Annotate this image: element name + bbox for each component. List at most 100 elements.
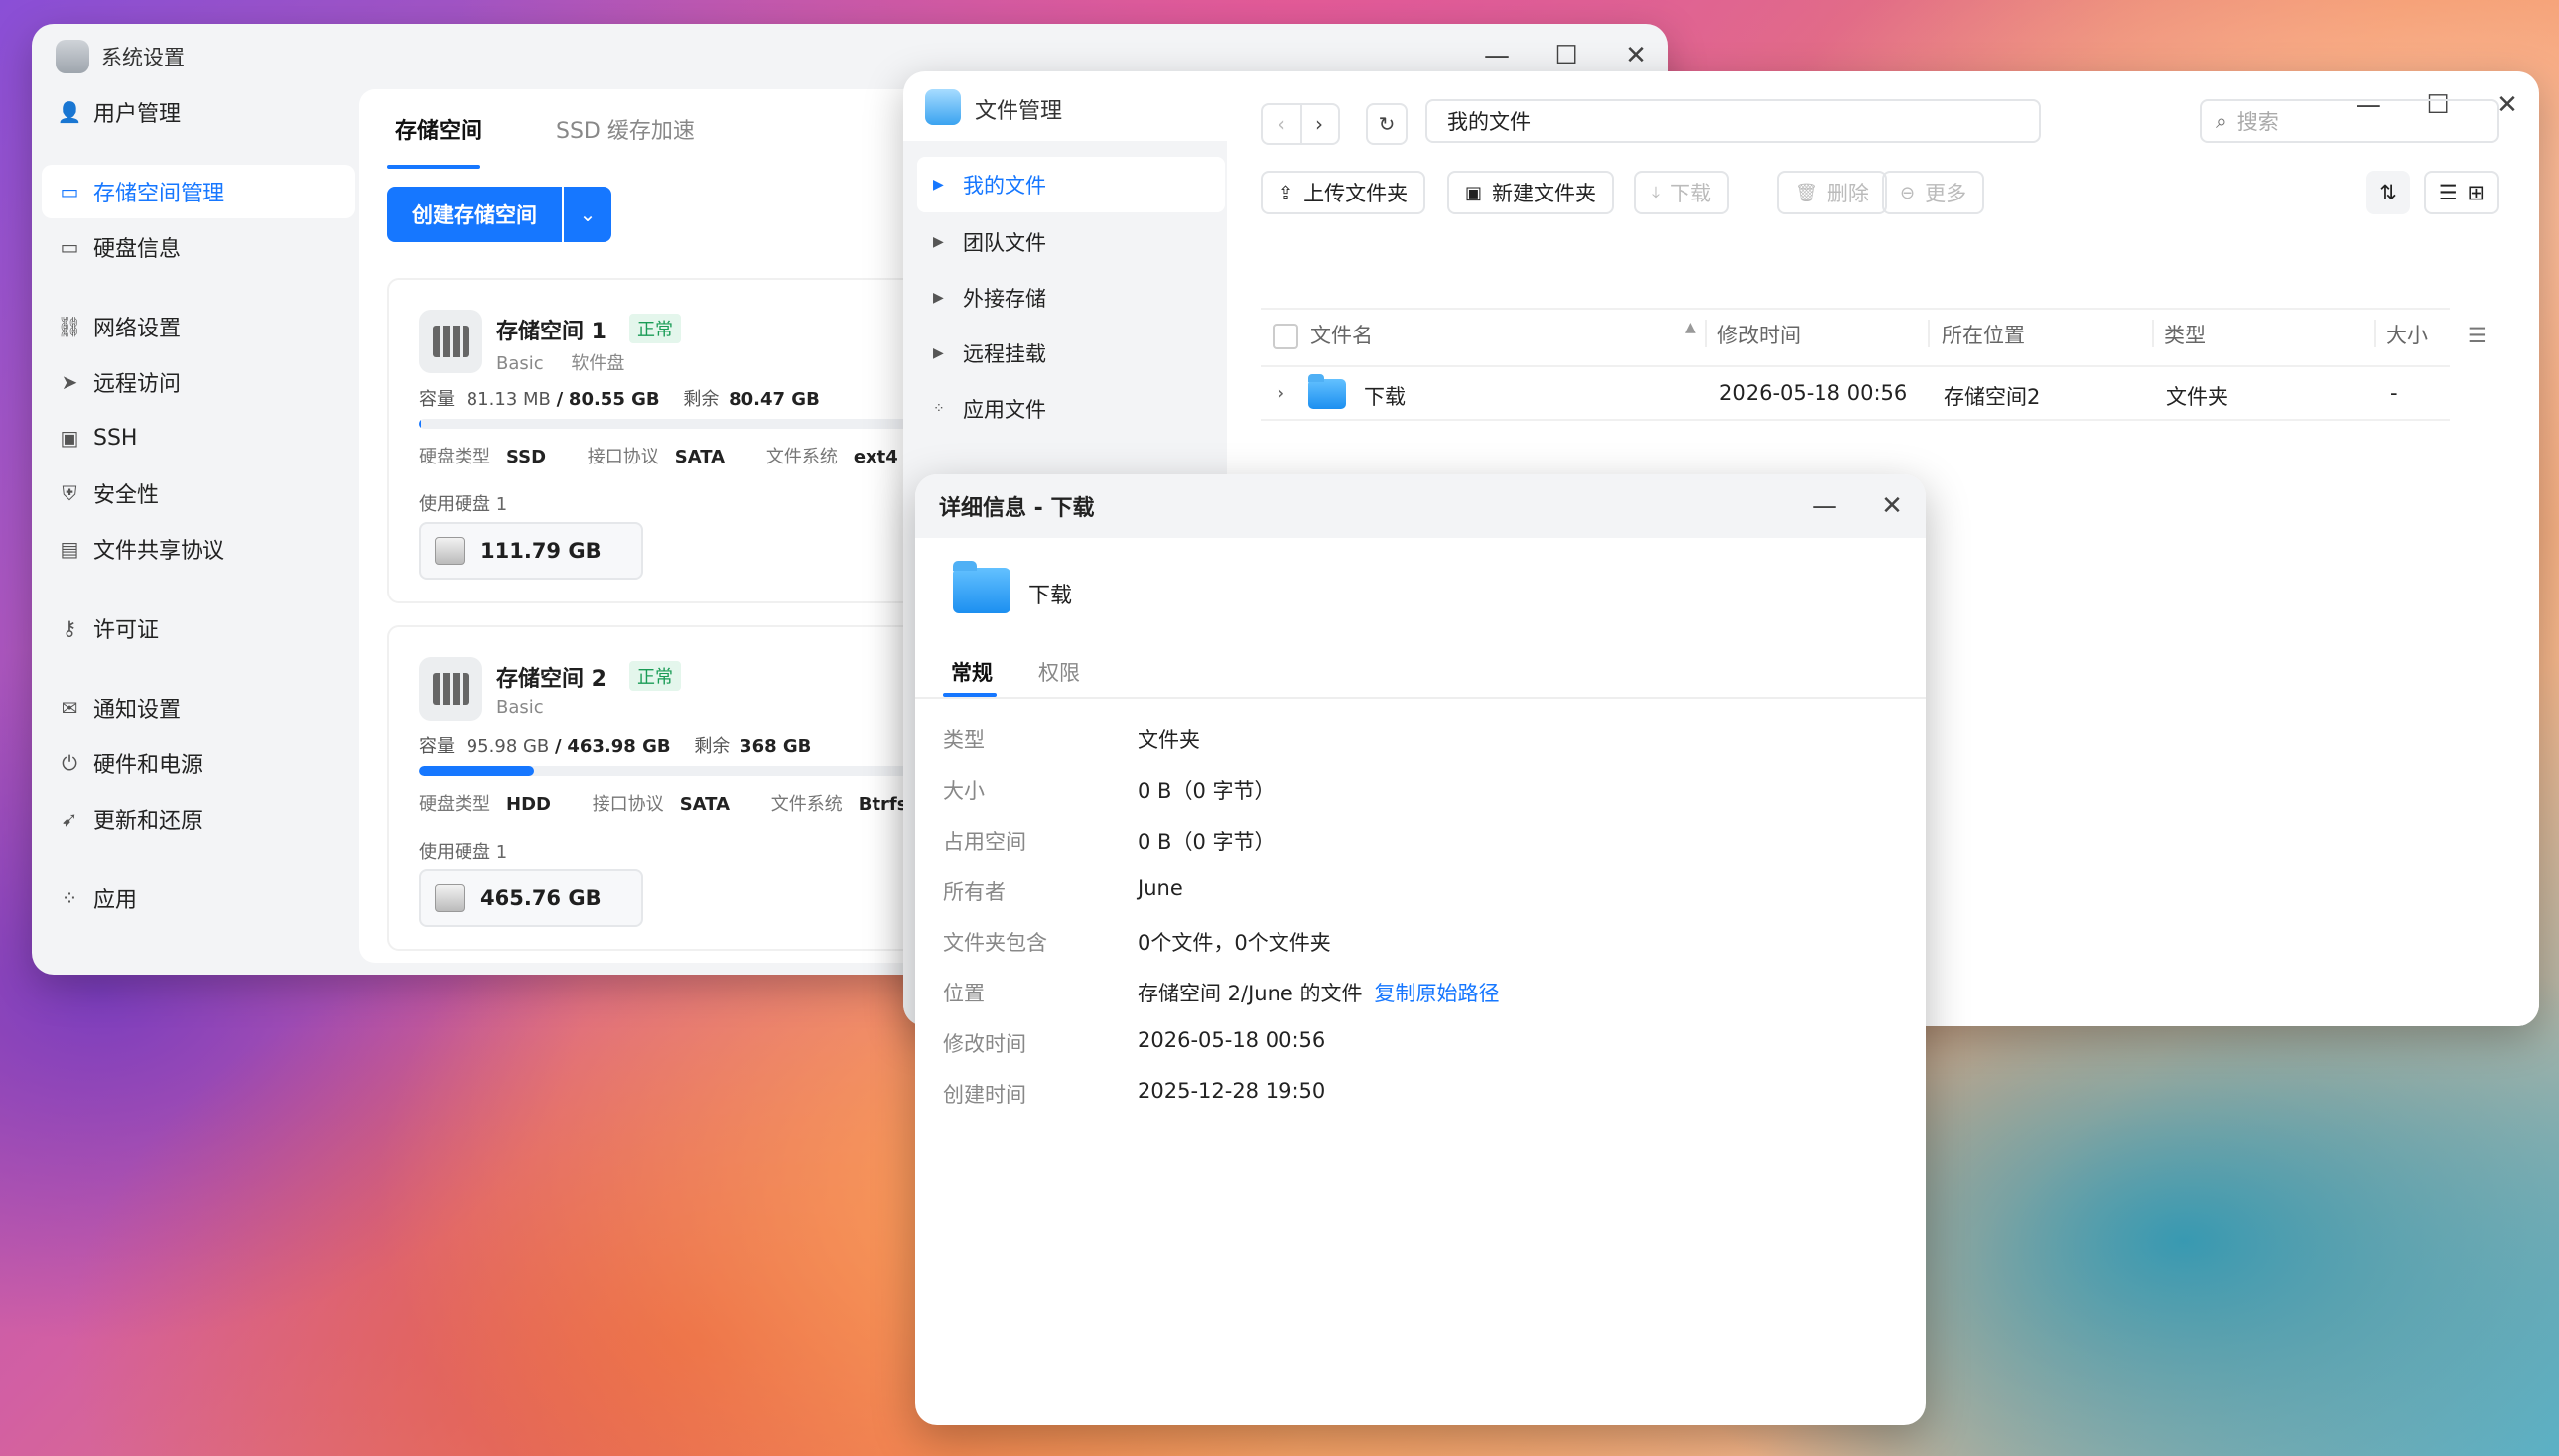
disk-chip[interactable]: 465.76 GB [419,869,643,927]
hdd-icon [419,310,482,373]
search-input[interactable]: ⌕ 搜索 [2200,99,2499,143]
pool-properties: 硬盘类型 SSD 接口协议 SATA 文件系统 ext4 [419,443,934,468]
tab-storage[interactable]: 存储空间 [395,113,482,145]
sidebar-item[interactable]: ⛨ 安全性 [42,466,355,520]
column-type[interactable]: 类型 [2164,320,2206,349]
sidebar-item-label: 硬盘信息 [93,237,182,262]
sidebar-item[interactable]: ▭ 硬盘信息 [42,220,355,274]
column-size[interactable]: 大小 [2386,320,2428,349]
filesystem-label: 文件系统 [770,794,843,815]
item-name: 下载 [1028,584,1073,608]
upload-icon: ⇪ [1279,182,1294,203]
sidebar-item[interactable]: ✉ 通知设置 [42,681,355,734]
sidebar-item[interactable]: ⏻ 硬件和电源 [42,736,355,790]
tab-general[interactable]: 常规 [951,657,993,687]
nav-item-label: 远程挂载 [963,342,1046,366]
nav-item-label: 外接存储 [963,287,1046,311]
disk-icon [435,884,465,912]
column-divider [2152,320,2154,347]
field-label: 创建时间 [943,1083,1026,1107]
nav-item[interactable]: ▶ 我的文件 [917,157,1225,212]
refresh-button[interactable]: ↻ [1366,103,1408,145]
sidebar-item-label: 通知设置 [93,698,182,723]
download-button[interactable]: ⤓ 下载 [1634,171,1729,214]
key-icon: ⚷ [62,616,77,640]
pool-subtitle: Basic [496,697,566,718]
storage-pool-card[interactable]: 存储空间 2 正常 Basic 容量 95.98 GB / 463.98 GB … [387,625,975,951]
tab-underline [387,165,480,169]
nav-item[interactable]: ▶ 团队文件 [917,214,1225,270]
column-modified[interactable]: 修改时间 [1717,320,1801,349]
sidebar-item[interactable]: ⛓ 网络设置 [42,300,355,353]
select-all-checkbox[interactable] [1273,324,1298,349]
list-view-icon[interactable]: ☰ [2439,181,2458,204]
nav-item[interactable]: ▶ 远程挂载 [917,326,1225,381]
trash-icon: 🗑 [1795,182,1818,203]
disk-chip[interactable]: 111.79 GB [419,522,643,580]
copy-path-link[interactable]: 复制原始路径 [1375,982,1500,1005]
maximize-icon[interactable]: ☐ [1547,36,1586,75]
view-toggle[interactable]: ☰ ⊞ [2424,171,2499,214]
sort-button[interactable]: ⇅ [2366,171,2410,214]
sort-arrows-icon[interactable]: ▲ [1685,320,1696,335]
search-icon: ⌕ [2216,108,2227,133]
sidebar-item[interactable]: ➤ 远程访问 [42,355,355,409]
field-value: 存储空间 2/June 的文件 复制原始路径 [1138,978,1500,1007]
column-name[interactable]: 文件名 [1310,320,1373,349]
field-label: 占用空间 [943,830,1026,854]
create-dropdown-button[interactable]: ⌄ [564,187,611,242]
sidebar-item[interactable]: ▭ 存储空间管理 [42,165,355,218]
tab-ssd-cache[interactable]: SSD 缓存加速 [556,113,695,145]
tab-permissions[interactable]: 权限 [1038,657,1080,687]
new-folder-button[interactable]: ▣ 新建文件夹 [1447,171,1615,214]
field-label: 文件夹包含 [943,931,1047,955]
forward-button[interactable]: › [1300,103,1340,145]
row-name[interactable]: 下载 [1364,381,1406,411]
sidebar-item[interactable]: ➹ 更新和还原 [42,792,355,846]
delete-button[interactable]: 🗑 删除 [1777,171,1887,214]
row-location: 存储空间2 [1944,385,2041,409]
path-bar[interactable]: 我的文件 [1425,99,2041,143]
field-value-text: 0 B（0 字节） [1138,779,1276,803]
sidebar-item-label: 存储空间管理 [93,182,225,206]
sidebar-item[interactable]: ▣ SSH [42,411,355,464]
field-value: June [1138,876,1183,900]
storage-icon: ▭ [60,180,79,203]
field-label: 大小 [943,779,985,803]
pool-type: Basic [496,353,544,374]
back-button[interactable]: ‹ [1261,103,1302,145]
nav-item[interactable]: ⁘ 应用文件 [917,381,1225,437]
grid-view-icon[interactable]: ⊞ [2468,181,2486,204]
field-value: 2025-12-28 19:50 [1138,1079,1325,1103]
storage-pool-card[interactable]: 存储空间 1 正常 Basic 软件盘 容量 81.13 MB / 80.55 … [387,278,975,603]
expand-chevron-icon[interactable]: › [1277,381,1284,405]
tab-underline [943,693,997,697]
more-button[interactable]: ⊖ 更多 [1882,171,1985,214]
minimize-icon[interactable]: — [1805,486,1844,526]
used-value: 95.98 GB [466,736,550,757]
file-manager-app-icon [925,89,961,125]
sidebar-item[interactable]: ⁘ 应用 [42,871,355,925]
refresh-icon: ↻ [1378,112,1396,136]
nav-item[interactable]: ▶ 外接存储 [917,270,1225,326]
capacity-sep: / [556,389,564,410]
filesystem-value: ext4 [853,447,898,467]
column-settings-icon[interactable]: ☰ [2468,324,2487,347]
create-storage-button[interactable]: 创建存储空间 [387,187,562,242]
disk-size: 465.76 GB [480,886,602,910]
sidebar-item-label: 应用 [93,888,138,913]
dialog-header: 详细信息 - 下载 — ✕ [915,474,1926,538]
close-icon[interactable]: ✕ [1616,36,1656,75]
column-location[interactable]: 所在位置 [1942,320,2025,349]
upload-folder-button[interactable]: ⇪ 上传文件夹 [1261,171,1426,214]
folder-icon [953,561,1010,613]
table-header [1261,308,2450,367]
sidebar-item[interactable]: ⚷ 许可证 [42,601,355,655]
close-icon[interactable]: ✕ [1872,486,1912,526]
sidebar-item[interactable]: 👤 用户管理 [42,85,355,139]
tabs-divider [915,697,1926,699]
sidebar-item-label: SSH [93,425,138,451]
minimize-icon[interactable]: — [1477,36,1517,75]
path-text: 我的文件 [1447,110,1531,134]
sidebar-item[interactable]: ▤ 文件共享协议 [42,522,355,576]
